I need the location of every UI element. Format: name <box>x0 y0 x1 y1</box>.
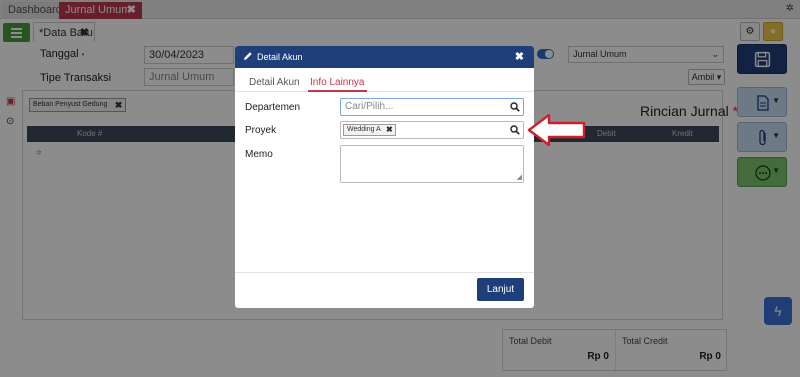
proyek-label: Proyek <box>245 125 277 136</box>
proyek-tag-label: Wedding A <box>347 126 381 133</box>
modal-divider <box>235 272 534 273</box>
pencil-icon <box>244 52 252 60</box>
lanjut-button[interactable]: Lanjut <box>477 278 524 301</box>
departemen-placeholder: Cari/Pilih... <box>345 101 394 112</box>
close-icon[interactable]: ✖ <box>386 125 393 135</box>
search-icon[interactable] <box>510 102 520 112</box>
resize-handle-icon[interactable]: ◢ <box>517 173 522 181</box>
detail-akun-modal: Detail Akun ✖ Detail Akun Info Lainnya D… <box>235 46 534 308</box>
departemen-label: Departemen <box>245 102 301 113</box>
modal-header: Detail Akun ✖ <box>235 46 534 68</box>
arrow-callout <box>527 113 586 147</box>
memo-label: Memo <box>245 149 273 160</box>
modal-tabs: Detail Akun Info Lainnya <box>235 75 534 92</box>
search-icon[interactable] <box>510 125 520 135</box>
close-icon[interactable]: ✖ <box>515 46 524 68</box>
tab-detail-akun[interactable]: Detail Akun <box>249 75 300 92</box>
memo-textarea[interactable]: ◢ <box>340 145 524 183</box>
proyek-tag[interactable]: Wedding A ✖ <box>343 124 396 136</box>
modal-title: Detail Akun <box>257 52 303 62</box>
departemen-input[interactable]: Cari/Pilih... <box>340 98 524 116</box>
proyek-input[interactable]: Wedding A ✖ <box>340 121 524 139</box>
tab-info-lainnya[interactable]: Info Lainnya <box>308 75 367 92</box>
